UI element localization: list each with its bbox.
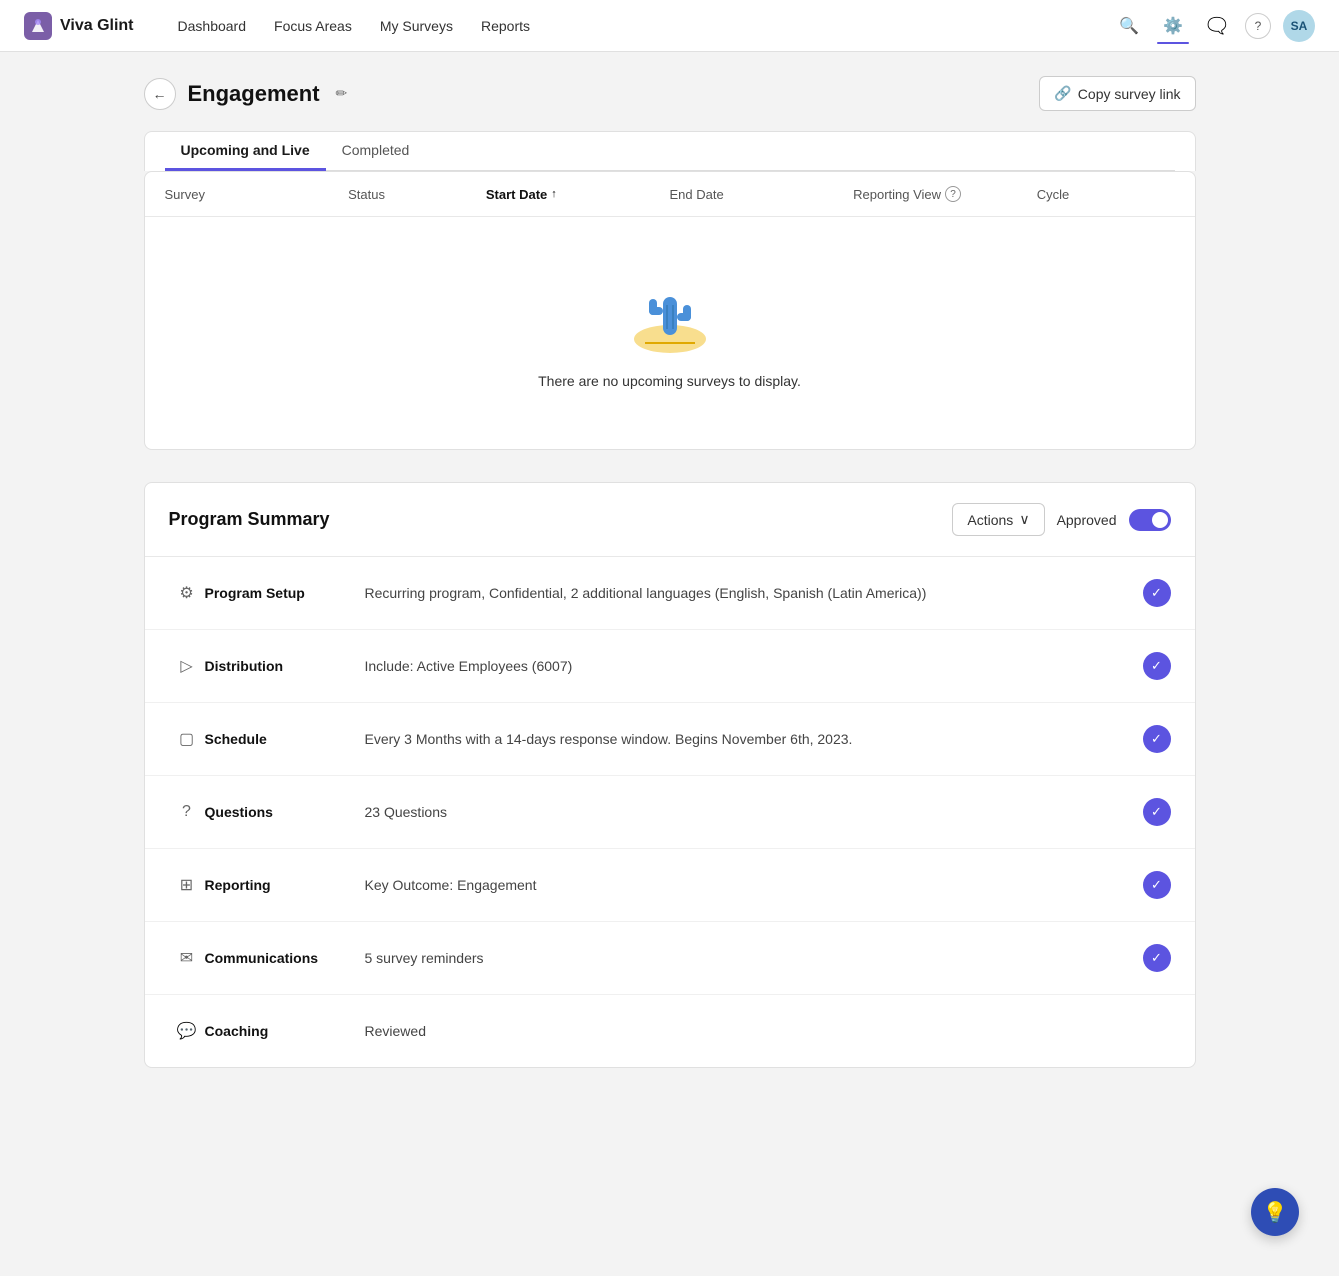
row-icon-questions: ? [169,794,205,830]
program-row-reporting[interactable]: ⊞ Reporting Key Outcome: Engagement ✓ [145,849,1195,922]
tabs: Upcoming and Live Completed [165,132,1175,171]
row-value-questions: 23 Questions [365,804,1143,820]
program-row-communications[interactable]: ✉ Communications 5 survey reminders ✓ [145,922,1195,995]
row-value-schedule: Every 3 Months with a 14-days response w… [365,731,1143,747]
row-icon-distribution: ▷ [169,648,205,684]
empty-state-text: There are no upcoming surveys to display… [538,373,801,389]
row-label-questions: Questions [205,804,365,820]
row-label-reporting: Reporting [205,877,365,893]
program-row-distribution[interactable]: ▷ Distribution Include: Active Employees… [145,630,1195,703]
program-summary-controls: Actions ∨ Approved [952,503,1170,536]
main-content: ← Engagement ✏ 🔗 Copy survey link Upcomi… [120,52,1220,1108]
row-value-reporting: Key Outcome: Engagement [365,877,1143,893]
copy-link-icon: 🔗 [1054,85,1071,102]
row-value-distribution: Include: Active Employees (6007) [365,658,1143,674]
row-check-distribution: ✓ [1143,652,1171,680]
program-row-schedule[interactable]: ▢ Schedule Every 3 Months with a 14-days… [145,703,1195,776]
row-icon-communications: ✉ [169,940,205,976]
program-summary-section: Program Summary Actions ∨ Approved ⚙ Pro… [144,482,1196,1068]
col-status: Status [348,186,486,202]
user-avatar[interactable]: SA [1283,10,1315,42]
row-icon-program-setup: ⚙ [169,575,205,611]
nav-link-my-surveys[interactable]: My Surveys [368,12,465,40]
reporting-view-help-icon[interactable]: ? [945,186,961,202]
program-row-questions[interactable]: ? Questions 23 Questions ✓ [145,776,1195,849]
table-header: Survey Status Start Date ↑ End Date Repo… [145,172,1195,217]
copy-survey-link-button[interactable]: 🔗 Copy survey link [1039,76,1195,111]
col-reporting-view: Reporting View ? [853,186,1037,202]
row-check-questions: ✓ [1143,798,1171,826]
row-label-program-setup: Program Setup [205,585,365,601]
lightbulb-icon: 💡 [1263,1200,1288,1225]
chat-button[interactable]: 🗨️ [1201,10,1233,42]
back-button[interactable]: ← [144,78,176,110]
sort-arrow-icon: ↑ [551,188,557,200]
program-row-coaching[interactable]: 💬 Coaching Reviewed [145,995,1195,1067]
row-check-communications: ✓ [1143,944,1171,972]
row-icon-reporting: ⊞ [169,867,205,903]
search-button[interactable]: 🔍 [1113,10,1145,42]
row-check-reporting: ✓ [1143,871,1171,899]
program-rows: ⚙ Program Setup Recurring program, Confi… [145,557,1195,1067]
logo-text: Viva Glint [60,17,134,35]
tab-upcoming-live[interactable]: Upcoming and Live [165,132,326,171]
col-start-date[interactable]: Start Date ↑ [486,186,670,202]
top-navigation: Viva Glint Dashboard Focus Areas My Surv… [0,0,1339,52]
row-icon-schedule: ▢ [169,721,205,757]
program-row-program-setup[interactable]: ⚙ Program Setup Recurring program, Confi… [145,557,1195,630]
settings-button[interactable]: ⚙️ [1157,10,1189,42]
nav-links: Dashboard Focus Areas My Surveys Reports [166,12,1113,40]
copy-link-label: Copy survey link [1078,86,1181,102]
edit-title-button[interactable]: ✏ [332,81,352,106]
page-header: ← Engagement ✏ 🔗 Copy survey link [144,76,1196,111]
page-title: Engagement [188,81,320,107]
header-left: ← Engagement ✏ [144,78,352,110]
row-check-program-setup: ✓ [1143,579,1171,607]
row-label-schedule: Schedule [205,731,365,747]
tab-completed[interactable]: Completed [326,132,426,171]
row-value-communications: 5 survey reminders [365,950,1143,966]
program-summary-header: Program Summary Actions ∨ Approved [145,483,1195,557]
row-value-program-setup: Recurring program, Confidential, 2 addit… [365,585,1143,601]
actions-label: Actions [967,512,1013,528]
nav-link-dashboard[interactable]: Dashboard [166,12,259,40]
survey-panel: Survey Status Start Date ↑ End Date Repo… [144,171,1196,450]
approved-toggle[interactable] [1129,509,1171,531]
program-summary-title: Program Summary [169,509,330,530]
row-label-communications: Communications [205,950,365,966]
row-icon-coaching: 💬 [169,1013,205,1049]
col-end-date[interactable]: End Date [670,186,854,202]
floating-action-button[interactable]: 💡 [1251,1188,1299,1236]
nav-link-focus-areas[interactable]: Focus Areas [262,12,364,40]
row-check-schedule: ✓ [1143,725,1171,753]
actions-button[interactable]: Actions ∨ [952,503,1044,536]
row-label-coaching: Coaching [205,1023,365,1039]
help-button[interactable]: ? [1245,13,1271,39]
row-label-distribution: Distribution [205,658,365,674]
col-survey: Survey [165,186,349,202]
approved-label: Approved [1057,512,1117,528]
row-value-coaching: Reviewed [365,1023,1171,1039]
col-cycle: Cycle [1037,186,1175,202]
actions-chevron-icon: ∨ [1019,511,1029,528]
logo[interactable]: Viva Glint [24,12,134,40]
nav-actions: 🔍 ⚙️ 🗨️ ? SA [1113,10,1315,42]
tabs-wrapper: Upcoming and Live Completed [144,131,1196,171]
survey-empty-state: There are no upcoming surveys to display… [145,217,1195,449]
nav-link-reports[interactable]: Reports [469,12,542,40]
cactus-illustration [625,277,715,357]
